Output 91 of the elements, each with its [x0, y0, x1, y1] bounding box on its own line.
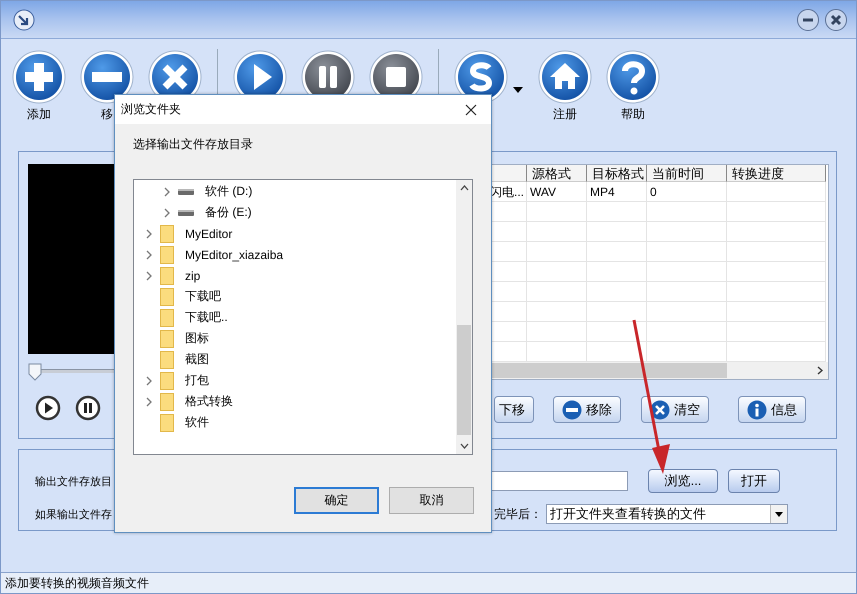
- folder-icon: [160, 350, 174, 368]
- folder-icon: [160, 392, 174, 410]
- tree-item[interactable]: 软件: [185, 414, 209, 431]
- table-cell: [587, 202, 647, 222]
- folder-icon: [160, 288, 174, 306]
- table-cell: [527, 262, 587, 282]
- table-cell: [587, 262, 647, 282]
- table-cell: 0: [647, 182, 727, 202]
- vertical-scrollbar[interactable]: [456, 180, 472, 454]
- toolbar-label[interactable]: 帮助: [621, 106, 645, 123]
- expand-chevron-icon[interactable]: [146, 250, 152, 260]
- folder-icon: [160, 266, 174, 284]
- table-cell: [527, 302, 587, 322]
- tree-item[interactable]: 下载吧: [185, 288, 221, 305]
- table-cell: [527, 242, 587, 262]
- table-cell: [587, 242, 647, 262]
- column-header[interactable]: 当前时间: [647, 165, 727, 182]
- tree-item[interactable]: 图标: [185, 330, 209, 347]
- tree-item[interactable]: 备份 (E:): [205, 204, 252, 221]
- tree-item[interactable]: 打包: [185, 372, 209, 389]
- scroll-up-icon[interactable]: [460, 185, 468, 191]
- action-button[interactable]: 清空: [641, 396, 709, 423]
- table-cell: MP4: [587, 182, 647, 202]
- status-text: 添加要转换的视频音频文件: [5, 574, 149, 592]
- table-cell: WAV: [527, 182, 587, 202]
- expand-chevron-icon[interactable]: [164, 208, 170, 218]
- folder-icon: [160, 330, 174, 348]
- tree-item[interactable]: zip: [185, 268, 200, 282]
- slider-thumb[interactable]: [28, 363, 42, 381]
- close-button[interactable]: [824, 8, 848, 32]
- table-cell: [527, 282, 587, 302]
- table-cell: [587, 222, 647, 242]
- question-icon[interactable]: [605, 49, 661, 105]
- after-conversion-dropdown[interactable]: 打开文件夹查看转换的文件: [546, 504, 788, 524]
- scroll-down-icon[interactable]: [460, 443, 468, 449]
- tree-item[interactable]: 软件 (D:): [205, 183, 252, 200]
- tree-item[interactable]: 截图: [185, 351, 209, 368]
- column-header[interactable]: 转换进度: [727, 165, 826, 182]
- table-cell: [587, 302, 647, 322]
- caret-icon[interactable]: [513, 87, 523, 93]
- output-folder-label: 输出文件存放目: [35, 474, 113, 488]
- action-button[interactable]: 信息: [738, 396, 806, 423]
- toolbar-label[interactable]: 添加: [27, 106, 51, 123]
- expand-chevron-icon[interactable]: [164, 186, 170, 196]
- folder-icon: [160, 246, 174, 264]
- scroll-right-icon[interactable]: [817, 366, 823, 375]
- folder-icon: [160, 308, 174, 326]
- dialog-prompt: 选择输出文件存放目录: [133, 136, 254, 153]
- tree-item[interactable]: 下载吧..: [185, 309, 228, 326]
- expand-chevron-icon[interactable]: [146, 376, 152, 386]
- column-header[interactable]: 源格式: [527, 165, 587, 182]
- table-cell: [587, 282, 647, 302]
- plus-icon[interactable]: [11, 49, 67, 105]
- open-button[interactable]: 打开: [728, 469, 780, 493]
- action-button[interactable]: 移除: [553, 396, 621, 423]
- expand-chevron-icon[interactable]: [146, 396, 152, 406]
- minus-icon[interactable]: [79, 49, 135, 105]
- file-exists-label: 如果输出文件存: [35, 508, 113, 522]
- expand-chevron-icon[interactable]: [146, 228, 152, 238]
- table-cell: [527, 202, 587, 222]
- x-icon: [650, 400, 670, 420]
- expand-chevron-icon[interactable]: [146, 270, 152, 280]
- drive-icon: [178, 188, 194, 196]
- minus-icon: [562, 400, 582, 420]
- close-icon[interactable]: [465, 104, 477, 116]
- action-button[interactable]: 下移: [494, 396, 534, 423]
- tree-item[interactable]: MyEditor: [185, 226, 232, 240]
- toolbar-label[interactable]: 移: [101, 106, 113, 123]
- dropdown-arrow-icon[interactable]: [775, 512, 783, 516]
- info-icon: [747, 400, 767, 420]
- tree-item[interactable]: 格式转换: [185, 393, 233, 410]
- ok-button[interactable]: 确定: [294, 487, 379, 514]
- pause-icon[interactable]: [75, 395, 101, 421]
- play-icon[interactable]: [35, 395, 61, 421]
- table-cell: [587, 322, 647, 342]
- folder-icon: [160, 372, 174, 390]
- folder-icon: [160, 414, 174, 432]
- folder-icon: [160, 224, 174, 242]
- after-conversion-label: 完毕后：: [494, 506, 543, 522]
- table-cell: [527, 222, 587, 242]
- column-header[interactable]: 目标格式: [587, 165, 647, 182]
- cancel-button[interactable]: 取消: [389, 487, 474, 514]
- browse-button[interactable]: 浏览...: [648, 469, 718, 493]
- app-icon: [13, 8, 35, 30]
- minimize-button[interactable]: [796, 8, 820, 32]
- dialog-title: 浏览文件夹: [121, 101, 181, 118]
- home-icon[interactable]: [537, 49, 593, 105]
- tree-item[interactable]: MyEditor_xiazaiba: [185, 248, 284, 262]
- drive-icon: [178, 208, 194, 216]
- toolbar-label[interactable]: 注册: [553, 106, 577, 123]
- table-cell: [527, 322, 587, 342]
